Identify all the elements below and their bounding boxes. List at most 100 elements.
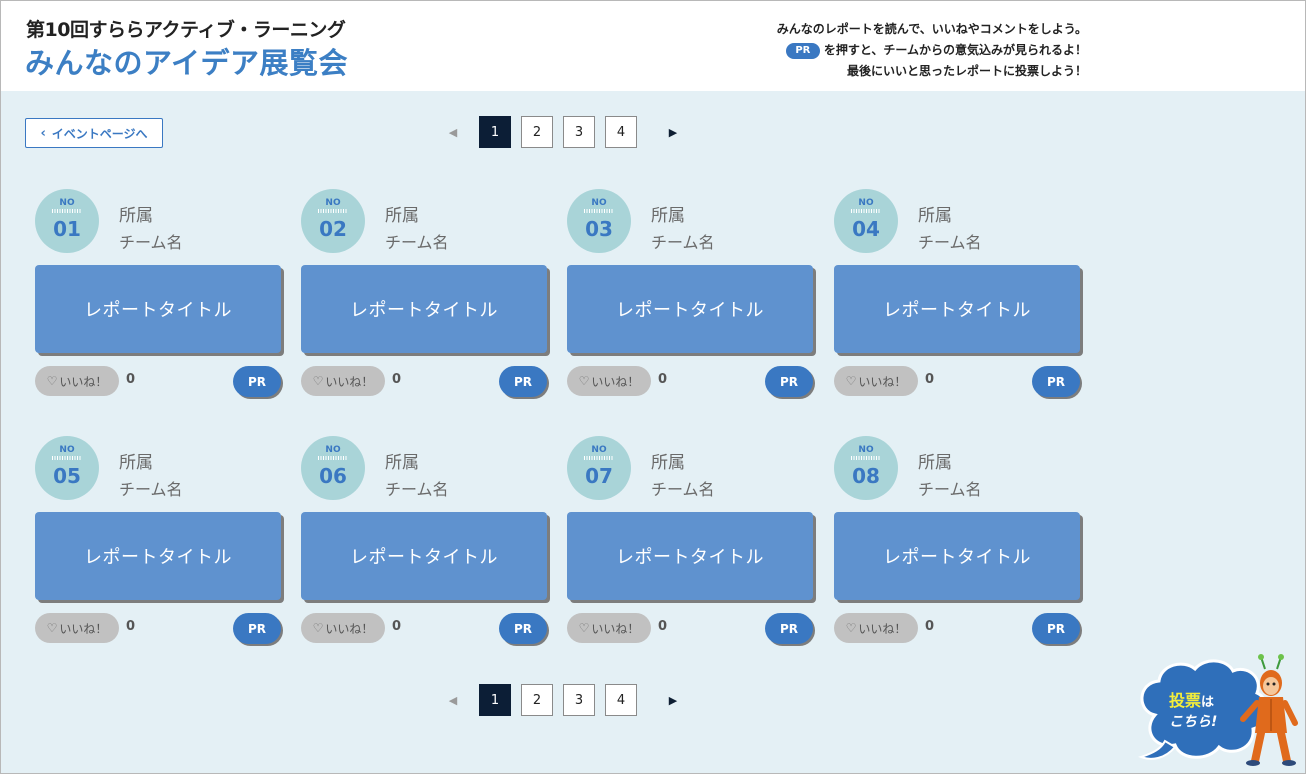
pr-button[interactable]: PR <box>1032 366 1080 397</box>
pr-button[interactable]: PR <box>1032 613 1080 644</box>
vote-cloud-graphic <box>1138 654 1298 766</box>
back-button-label: イベントページへ <box>51 126 148 141</box>
like-label: いいね！ <box>59 374 108 389</box>
like-label: いいね！ <box>591 374 640 389</box>
like-button[interactable]: ♡ いいね！ <box>834 366 918 396</box>
page-title: みんなのアイデア展覧会 <box>25 46 349 80</box>
card-number: 04 <box>852 217 880 241</box>
triangle-left-icon[interactable]: ◀ <box>441 694 465 707</box>
page-button-4[interactable]: 4 <box>605 684 637 716</box>
no-label: NO <box>858 198 874 208</box>
team-name: チーム名 <box>651 233 715 252</box>
ruler-decoration <box>851 209 881 213</box>
pr-button[interactable]: PR <box>765 613 813 644</box>
number-badge: NO 02 <box>301 189 365 253</box>
like-button[interactable]: ♡ いいね！ <box>301 366 385 396</box>
like-label: いいね！ <box>858 374 907 389</box>
page-button-3[interactable]: 3 <box>563 116 595 148</box>
chevron-left-icon: ‹ <box>40 125 46 141</box>
like-button[interactable]: ♡ いいね！ <box>35 366 119 396</box>
heart-icon: ♡ <box>312 621 324 635</box>
card-number: 01 <box>53 217 81 241</box>
page-button-2[interactable]: 2 <box>521 684 553 716</box>
heart-icon: ♡ <box>845 621 857 635</box>
report-title-button[interactable]: レポートタイトル <box>301 265 547 353</box>
report-title-button[interactable]: レポートタイトル <box>834 512 1080 600</box>
like-button[interactable]: ♡ いいね！ <box>567 366 651 396</box>
vote-button[interactable]: 投票は こちら! <box>1135 653 1301 769</box>
instruction-line-3: 最後にいいと思ったレポートに投票しよう！ <box>846 64 1087 78</box>
page-button-4[interactable]: 4 <box>605 116 637 148</box>
card-number: 03 <box>585 217 613 241</box>
number-badge: NO 03 <box>567 189 631 253</box>
page-button-3[interactable]: 3 <box>563 684 595 716</box>
card-number: 02 <box>319 217 347 241</box>
like-button[interactable]: ♡ いいね！ <box>301 613 385 643</box>
report-title-button[interactable]: レポートタイトル <box>567 265 813 353</box>
like-count: 0 <box>658 372 668 387</box>
page: 第10回すららアクティブ・ラーニング みんなのアイデア展覧会 みんなのレポートを… <box>0 0 1306 774</box>
report-title-button[interactable]: レポートタイトル <box>834 265 1080 353</box>
number-badge: NO 07 <box>567 436 631 500</box>
affiliation: 所属 <box>918 453 952 473</box>
pagination-bottom: ◀ 1 2 3 4 ▶ <box>441 684 685 716</box>
number-badge: NO 04 <box>834 189 898 253</box>
no-label: NO <box>59 445 75 455</box>
back-to-event-button[interactable]: ‹ イベントページへ <box>25 118 163 148</box>
ruler-decoration <box>318 209 348 213</box>
triangle-right-icon[interactable]: ▶ <box>661 694 685 707</box>
event-subtitle: 第10回すららアクティブ・ラーニング <box>26 19 346 41</box>
like-count: 0 <box>925 619 935 634</box>
pr-button[interactable]: PR <box>233 613 281 644</box>
like-count: 0 <box>126 619 136 634</box>
heart-icon: ♡ <box>46 374 58 388</box>
ruler-decoration <box>318 456 348 460</box>
affiliation: 所属 <box>918 206 952 226</box>
vote-label-here: こちら! <box>1169 714 1218 730</box>
pr-inline-badge: PR <box>785 42 820 59</box>
vote-label-main: 投票 <box>1169 691 1202 710</box>
pr-button[interactable]: PR <box>233 366 281 397</box>
vote-label: 投票は <box>1169 687 1214 711</box>
like-button[interactable]: ♡ いいね！ <box>35 613 119 643</box>
affiliation: 所属 <box>119 206 153 226</box>
page-button-1[interactable]: 1 <box>479 116 511 148</box>
page-button-2[interactable]: 2 <box>521 116 553 148</box>
affiliation: 所属 <box>651 453 685 473</box>
instruction-line-2: PR を押すと、チームからの意気込みが見られるよ！ <box>777 40 1087 61</box>
like-label: いいね！ <box>325 374 374 389</box>
affiliation: 所属 <box>119 453 153 473</box>
page-button-1[interactable]: 1 <box>479 684 511 716</box>
team-name: チーム名 <box>385 233 449 252</box>
card-number: 06 <box>319 464 347 488</box>
heart-icon: ♡ <box>312 374 324 388</box>
report-title-button[interactable]: レポートタイトル <box>35 265 281 353</box>
like-button[interactable]: ♡ いいね！ <box>834 613 918 643</box>
instruction-line-1: みんなのレポートを読んで、いいねやコメントをしよう。 <box>776 22 1087 36</box>
ruler-decoration <box>52 209 82 213</box>
report-title-button[interactable]: レポートタイトル <box>35 512 281 600</box>
pr-button[interactable]: PR <box>499 366 547 397</box>
triangle-left-icon[interactable]: ◀ <box>441 126 465 139</box>
like-label: いいね！ <box>591 621 640 636</box>
like-count: 0 <box>126 372 136 387</box>
report-title-button[interactable]: レポートタイトル <box>301 512 547 600</box>
no-label: NO <box>858 445 874 455</box>
number-badge: NO 01 <box>35 189 99 253</box>
report-title-button[interactable]: レポートタイトル <box>567 512 813 600</box>
like-label: いいね！ <box>325 621 374 636</box>
no-label: NO <box>591 445 607 455</box>
no-label: NO <box>59 198 75 208</box>
triangle-right-icon[interactable]: ▶ <box>661 126 685 139</box>
like-label: いいね！ <box>59 621 108 636</box>
like-count: 0 <box>392 372 402 387</box>
pr-button[interactable]: PR <box>499 613 547 644</box>
like-button[interactable]: ♡ いいね！ <box>567 613 651 643</box>
team-name: チーム名 <box>918 233 982 252</box>
no-label: NO <box>325 198 341 208</box>
affiliation: 所属 <box>385 206 419 226</box>
heart-icon: ♡ <box>578 374 590 388</box>
team-name: チーム名 <box>651 480 715 499</box>
pr-button[interactable]: PR <box>765 366 813 397</box>
heart-icon: ♡ <box>845 374 857 388</box>
